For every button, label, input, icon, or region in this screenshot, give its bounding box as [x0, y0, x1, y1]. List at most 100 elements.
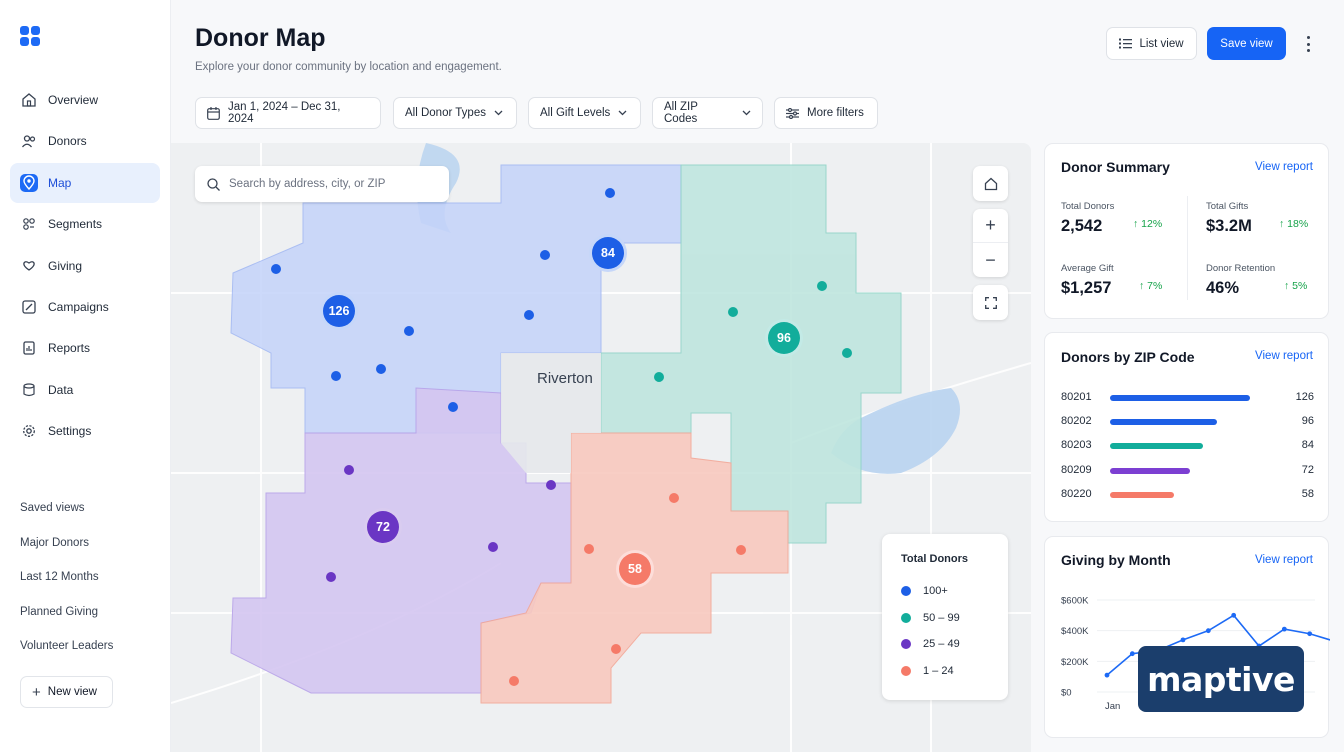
zip-code-label: 80220: [1061, 487, 1092, 500]
sidebar-item-settings[interactable]: Settings: [10, 411, 160, 451]
donor-types-filter[interactable]: All Donor Types: [393, 97, 517, 129]
city-label: Riverton: [537, 370, 593, 387]
cluster-marker[interactable]: 84: [589, 234, 627, 272]
list-view-button[interactable]: List view: [1106, 27, 1197, 60]
giving-data-point[interactable]: [1307, 631, 1313, 637]
new-view-button[interactable]: + New view: [20, 676, 113, 708]
sidebar-item-label: Campaigns: [48, 299, 109, 314]
more-filters-button[interactable]: More filters: [774, 97, 878, 129]
legend-item: 100+: [901, 578, 1008, 605]
cluster-marker[interactable]: 58: [616, 550, 654, 588]
stat-change: ↑ 5%: [1284, 280, 1308, 292]
cluster-marker[interactable]: 96: [765, 319, 803, 357]
list-icon: [1119, 38, 1133, 49]
x-tick-label: Jan: [1105, 701, 1120, 712]
giving-data-point[interactable]: [1205, 628, 1211, 634]
zoom-controls: + −: [973, 209, 1008, 277]
users-icon: [20, 132, 38, 150]
watermark-text: maptive: [1147, 659, 1295, 699]
legend-swatch: [901, 612, 911, 623]
y-tick-label: $400K: [1061, 626, 1089, 637]
page-subtitle: Explore your donor community by location…: [195, 61, 502, 73]
sidebar-item-label: Map: [48, 175, 72, 190]
giving-data-point[interactable]: [1281, 626, 1287, 632]
legend-label: 1 – 24: [923, 664, 954, 677]
giving-data-point[interactable]: [1180, 637, 1186, 643]
zoom-in-button[interactable]: +: [973, 209, 1008, 243]
giving-data-point[interactable]: [1104, 672, 1110, 678]
stat-label: Total Donors: [1061, 201, 1115, 212]
stat-label: Donor Retention: [1206, 263, 1276, 274]
cluster-marker[interactable]: 126: [320, 292, 358, 330]
stat-value: $1,257: [1061, 279, 1112, 297]
sidebar-item-reports[interactable]: Reports: [10, 328, 160, 368]
app-logo-icon[interactable]: [20, 26, 40, 46]
zoom-out-button[interactable]: −: [973, 243, 1008, 277]
stat-average-gift: Average Gift $1,257 ↑ 7%: [1061, 263, 1191, 298]
sidebar-item-label: Data: [48, 382, 74, 397]
stat-value: $3.2M: [1206, 217, 1252, 235]
zip-codes-filter[interactable]: All ZIP Codes: [652, 97, 763, 129]
home-view-button[interactable]: [973, 166, 1008, 201]
view-report-link[interactable]: View report: [1255, 350, 1313, 362]
hand-heart-icon: [20, 257, 38, 275]
view-report-link[interactable]: View report: [1255, 161, 1313, 173]
stat-label: Total Gifts: [1206, 201, 1249, 212]
stat-change: ↑ 7%: [1139, 280, 1163, 292]
chevron-down-icon: [742, 110, 751, 116]
stat-change: ↑ 18%: [1279, 218, 1309, 230]
zip-value: 84: [1301, 439, 1314, 452]
campaign-icon: [20, 298, 38, 316]
giving-data-point[interactable]: [1129, 651, 1135, 657]
zip-value: 96: [1301, 415, 1314, 428]
sidebar-item-overview[interactable]: Overview: [10, 80, 160, 120]
zip-value: 126: [1295, 391, 1314, 403]
stat-donor-retention: Donor Retention 46% ↑ 5%: [1206, 263, 1336, 298]
cluster-count: 72: [376, 520, 390, 534]
stat-total-gifts: Total Gifts $3.2M ↑ 18%: [1206, 201, 1336, 236]
sidebar-item-label: Giving: [48, 258, 83, 273]
sidebar-item-map[interactable]: Map: [10, 162, 160, 203]
zip-row: 80201 126: [1061, 391, 1314, 405]
map-pin-icon: [20, 173, 38, 192]
reports-icon: [20, 339, 38, 357]
cluster-marker[interactable]: 72: [364, 508, 402, 546]
date-range-label: Jan 1, 2024 – Dec 31, 2024: [227, 101, 341, 125]
zip-bar: [1110, 467, 1190, 474]
list-view-label: List view: [1139, 37, 1184, 50]
sidebar-item-giving[interactable]: Giving: [10, 246, 160, 286]
date-range-filter[interactable]: Jan 1, 2024 – Dec 31, 2024: [195, 97, 381, 129]
zip-value: 72: [1301, 463, 1314, 476]
legend-item: 25 – 49: [901, 631, 1008, 658]
legend-title: Total Donors: [901, 553, 969, 565]
gear-icon: [20, 422, 38, 440]
fullscreen-button[interactable]: [973, 285, 1008, 320]
sidebar-item-label: Donors: [48, 134, 87, 149]
zip-code-label: 80209: [1061, 463, 1092, 476]
sidebar-item-donors[interactable]: Donors: [10, 121, 160, 161]
donor-types-label: All Donor Types: [405, 107, 486, 119]
y-tick-label: $600K: [1061, 596, 1089, 607]
zip-bar: [1110, 419, 1217, 426]
saved-view-item[interactable]: Last 12 Months: [20, 569, 160, 604]
y-tick-label: $200K: [1061, 657, 1089, 668]
saved-view-item[interactable]: Volunteer Leaders: [20, 638, 160, 673]
saved-view-item[interactable]: Planned Giving: [20, 604, 160, 639]
more-options-icon[interactable]: [1300, 34, 1316, 54]
chevron-down-icon: [494, 110, 503, 116]
legend-label: 100+: [923, 585, 948, 598]
zip-row: 80203 84: [1061, 439, 1314, 453]
donor-map[interactable]: + − Riverton 126 84 96 72 58 Total Donor…: [171, 143, 1031, 752]
giving-data-point[interactable]: [1231, 612, 1237, 618]
map-search-input[interactable]: [229, 178, 429, 190]
sidebar-item-campaigns[interactable]: Campaigns: [10, 287, 160, 327]
saved-view-item[interactable]: Major Donors: [20, 535, 160, 570]
y-tick-label: $0: [1061, 688, 1072, 699]
sidebar-item-data[interactable]: Data: [10, 370, 160, 410]
gift-levels-filter[interactable]: All Gift Levels: [528, 97, 641, 129]
map-search[interactable]: [195, 166, 449, 202]
sidebar-item-segments[interactable]: Segments: [10, 204, 160, 244]
save-view-button[interactable]: Save view: [1207, 27, 1286, 60]
legend-item: 50 – 99: [901, 605, 1008, 632]
cluster-count: 58: [628, 562, 642, 576]
